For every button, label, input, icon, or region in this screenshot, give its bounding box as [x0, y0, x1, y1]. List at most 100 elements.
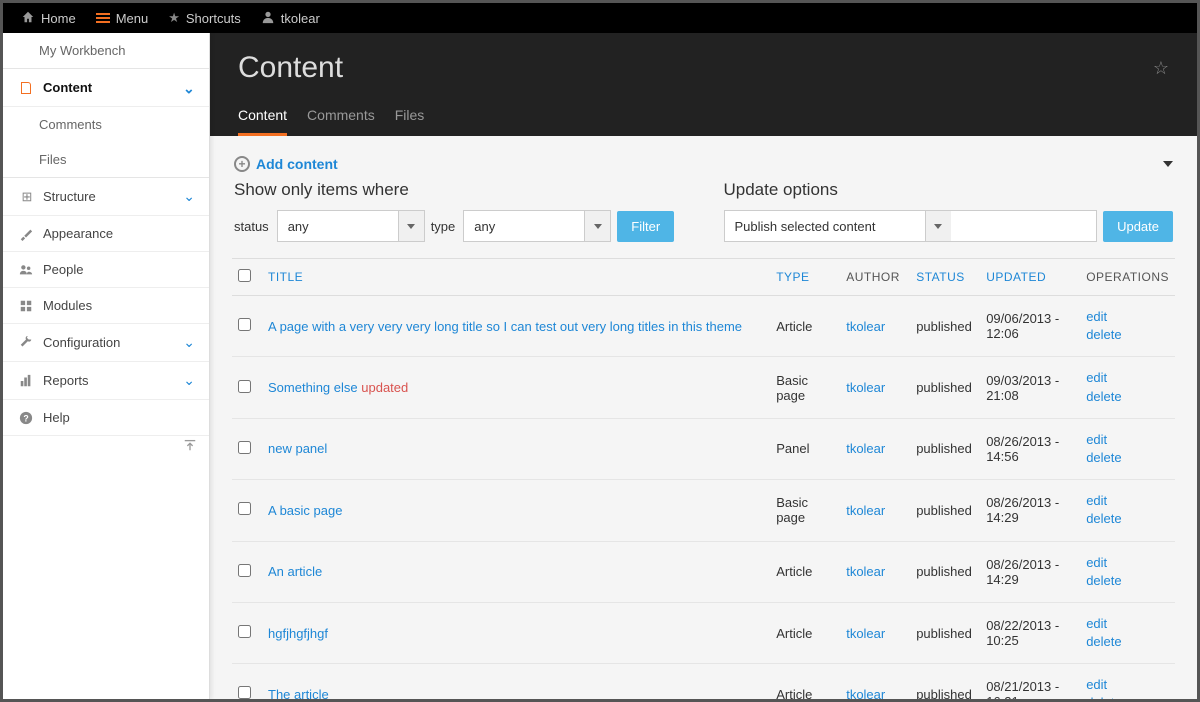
row-checkbox[interactable] [238, 441, 251, 454]
row-title-link[interactable]: A basic page [268, 503, 342, 518]
sidebar-item-structure[interactable]: ⊞ Structure ⌄ [3, 177, 209, 216]
col-status[interactable]: STATUS [910, 259, 980, 296]
row-checkbox[interactable] [238, 564, 251, 577]
hamburger-icon [96, 13, 110, 23]
row-title-link[interactable]: An article [268, 564, 322, 579]
edit-link[interactable]: edit [1086, 431, 1169, 449]
row-checkbox[interactable] [238, 318, 251, 331]
topbar-home[interactable]: Home [11, 3, 86, 33]
topbar-shortcuts[interactable]: ★ Shortcuts [158, 3, 251, 33]
row-title-link[interactable]: Something else [268, 380, 358, 395]
topbar-home-label: Home [41, 11, 76, 26]
row-author-link[interactable]: tkolear [846, 441, 885, 456]
delete-link[interactable]: delete [1086, 388, 1169, 406]
row-checkbox[interactable] [238, 502, 251, 515]
select-all-checkbox[interactable] [238, 269, 251, 282]
brush-icon [17, 227, 35, 241]
row-checkbox[interactable] [238, 625, 251, 638]
edit-link[interactable]: edit [1086, 554, 1169, 572]
edit-link[interactable]: edit [1086, 615, 1169, 633]
row-title-link[interactable]: hgfjhgfjhgf [268, 626, 328, 641]
edit-link[interactable]: edit [1086, 308, 1169, 326]
sidebar-item-comments[interactable]: Comments [3, 107, 209, 142]
structure-icon: ⊞ [17, 189, 35, 205]
sidebar-item-help[interactable]: ? Help [3, 400, 209, 436]
row-author-link[interactable]: tkolear [846, 564, 885, 579]
sidebar-item-people[interactable]: People [3, 252, 209, 288]
table-row: An article Article tkolear published 08/… [232, 541, 1175, 602]
sidebar-item-modules[interactable]: Modules [3, 288, 209, 324]
tab-files[interactable]: Files [395, 107, 425, 136]
row-checkbox[interactable] [238, 380, 251, 393]
edit-link[interactable]: edit [1086, 492, 1169, 510]
topbar-user-label: tkolear [281, 11, 320, 26]
favorite-star-icon[interactable]: ☆ [1153, 58, 1169, 79]
filter-button[interactable]: Filter [617, 211, 674, 242]
row-updated: 09/06/2013 - 12:06 [980, 296, 1080, 357]
tabs: Content Comments Files [238, 107, 1169, 136]
row-author-link[interactable]: tkolear [846, 503, 885, 518]
row-checkbox[interactable] [238, 686, 251, 699]
type-label: type [431, 219, 456, 234]
delete-link[interactable]: delete [1086, 633, 1169, 651]
edit-link[interactable]: edit [1086, 676, 1169, 694]
row-title-link[interactable]: A page with a very very very long title … [268, 319, 742, 334]
type-select[interactable]: any [463, 210, 611, 242]
chevron-up-icon: ⌃ [183, 79, 195, 96]
star-icon: ★ [168, 10, 180, 26]
collapse-sidebar-button[interactable] [183, 438, 197, 455]
table-row: The article Article tkolear published 08… [232, 664, 1175, 699]
delete-link[interactable]: delete [1086, 694, 1169, 699]
row-status: published [910, 296, 980, 357]
row-type: Panel [770, 418, 840, 479]
row-author-link[interactable]: tkolear [846, 319, 885, 334]
row-title-link[interactable]: The article [268, 687, 329, 699]
sidebar-item-configuration[interactable]: Configuration ⌄ [3, 324, 209, 362]
sidebar-item-files[interactable]: Files [3, 142, 209, 177]
chevron-down-icon [398, 211, 424, 241]
add-content-link[interactable]: + Add content [234, 156, 338, 172]
tab-comments[interactable]: Comments [307, 107, 375, 136]
sidebar-item-label: Content [43, 80, 92, 95]
delete-link[interactable]: delete [1086, 572, 1169, 590]
row-type: Article [770, 296, 840, 357]
chart-icon [17, 374, 35, 388]
topbar-menu[interactable]: Menu [86, 3, 159, 33]
row-author-link[interactable]: tkolear [846, 380, 885, 395]
delete-link[interactable]: delete [1086, 510, 1169, 528]
col-updated[interactable]: UPDATED [980, 259, 1080, 296]
status-select[interactable]: any [277, 210, 425, 242]
filters: Show only items where status any type an… [232, 180, 1175, 258]
delete-link[interactable]: delete [1086, 326, 1169, 344]
delete-link[interactable]: delete [1086, 449, 1169, 467]
app-window: Home Menu ★ Shortcuts tkolear My Workben… [0, 0, 1200, 702]
tab-content[interactable]: Content [238, 107, 287, 136]
page-header: Content ☆ Content Comments Files [210, 33, 1197, 136]
update-button[interactable]: Update [1103, 211, 1173, 242]
topbar: Home Menu ★ Shortcuts tkolear [3, 3, 1197, 33]
topbar-user[interactable]: tkolear [251, 3, 330, 33]
row-status: published [910, 418, 980, 479]
sidebar-item-content[interactable]: Content ⌃ [3, 68, 209, 107]
col-type[interactable]: TYPE [770, 259, 840, 296]
table-row: A basic page Basic page tkolear publishe… [232, 480, 1175, 541]
sidebar-item-label: Modules [43, 298, 92, 313]
row-title-link[interactable]: new panel [268, 441, 327, 456]
edit-link[interactable]: edit [1086, 369, 1169, 387]
sidebar-item-my-workbench[interactable]: My Workbench [3, 33, 209, 68]
update-action-select[interactable]: Publish selected content [724, 210, 1098, 242]
collapse-panel-icon[interactable] [1163, 161, 1173, 167]
document-icon [17, 82, 35, 94]
sidebar-item-appearance[interactable]: Appearance [3, 216, 209, 252]
chevron-down-icon: ⌄ [183, 334, 195, 351]
sidebar-item-reports[interactable]: Reports ⌄ [3, 362, 209, 400]
sidebar-item-label: Files [39, 152, 66, 167]
chevron-down-icon: ⌄ [183, 188, 195, 205]
row-status: published [910, 664, 980, 699]
col-title[interactable]: TITLE [262, 259, 770, 296]
page-title: Content [238, 51, 343, 85]
action-bar: + Add content [232, 150, 1175, 180]
table-row: new panel Panel tkolear published 08/26/… [232, 418, 1175, 479]
row-author-link[interactable]: tkolear [846, 626, 885, 641]
row-author-link[interactable]: tkolear [846, 687, 885, 699]
